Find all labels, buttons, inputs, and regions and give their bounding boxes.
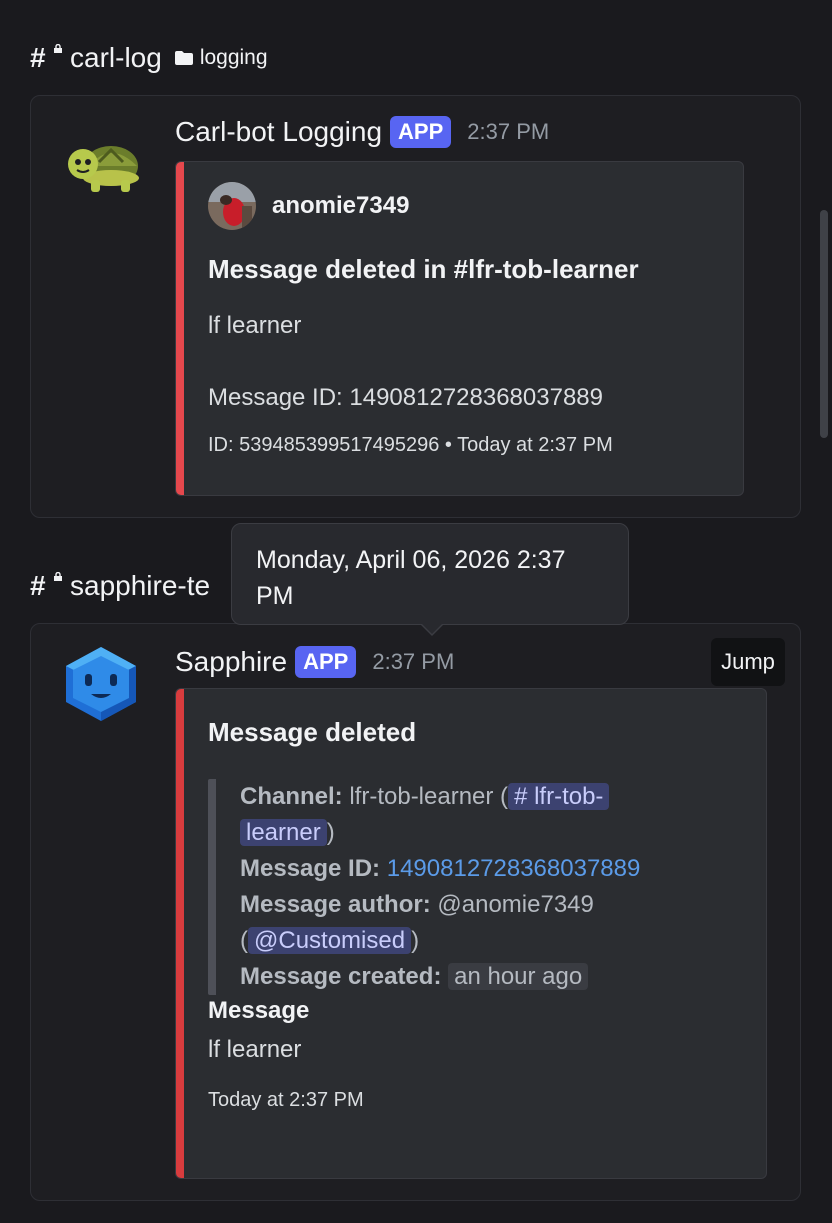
- embed: Message deleted Channel: lfr-tob-learner…: [175, 688, 767, 1179]
- message-field-label: Message: [208, 997, 310, 1024]
- author-name[interactable]: Carl-bot Logging: [175, 116, 382, 148]
- author-value: @anomie7349: [437, 891, 594, 918]
- embed-content: lf learner: [208, 312, 302, 339]
- embed-color-bar: [176, 689, 184, 1178]
- message-id-label: Message ID:: [240, 855, 381, 882]
- locked-channel-icon: #: [30, 42, 62, 74]
- message-id-link[interactable]: 1490812728368037889: [387, 855, 641, 882]
- tooltip-arrow: [420, 623, 444, 636]
- user-avatar[interactable]: [208, 182, 256, 230]
- channel-category: logging: [199, 46, 268, 69]
- channel-name: sapphire-te: [70, 570, 211, 601]
- sapphire-gem-avatar-icon[interactable]: [61, 644, 141, 724]
- channel-label: Channel:: [240, 783, 343, 810]
- message-card-sapphire: Sapphire APP 2:37 PM Message deleted Cha…: [30, 623, 801, 1201]
- folder-icon: [174, 51, 193, 65]
- role-mention[interactable]: @Customised: [248, 927, 412, 954]
- author-row: Message author: @anomie7349 (@Customised…: [240, 887, 710, 959]
- message-timestamp[interactable]: 2:37 PM: [467, 119, 549, 145]
- message-timestamp[interactable]: 2:37 PM: [372, 649, 454, 675]
- author-name[interactable]: Sapphire: [175, 646, 287, 678]
- channel-name: carl-log: [70, 42, 162, 73]
- open-paren: (: [240, 927, 248, 954]
- channel-header-carl-log[interactable]: # carl-log logging: [30, 42, 268, 74]
- message-header: Sapphire APP 2:37 PM: [175, 646, 454, 678]
- timestamp-tooltip: Monday, April 06, 2026 2:37 PM: [231, 523, 629, 636]
- created-timestamp[interactable]: an hour ago: [448, 963, 589, 990]
- jump-button[interactable]: Jump: [711, 638, 785, 686]
- locked-channel-icon: #: [30, 570, 62, 602]
- embed-message-id: Message ID: 1490812728368037889: [208, 384, 603, 411]
- channel-row: Channel: lfr-tob-learner (# lfr-tob- lea…: [240, 779, 710, 851]
- message-id-row: Message ID: 1490812728368037889: [240, 851, 710, 887]
- message-card-carl: Carl-bot Logging APP 2:37 PM anomie7349 …: [30, 95, 801, 518]
- scrollbar[interactable]: [820, 210, 828, 438]
- turtle-avatar-icon[interactable]: [61, 122, 141, 202]
- embed: anomie7349 Message deleted in #lfr-tob-l…: [175, 161, 744, 496]
- embed-title: Message deleted: [208, 717, 417, 747]
- embed-author-name[interactable]: anomie7349: [272, 192, 409, 220]
- close-paren: ): [411, 927, 420, 954]
- created-label: Message created:: [240, 963, 442, 990]
- created-row: Message created: an hour ago: [240, 959, 710, 995]
- channel-mention-cont[interactable]: learner: [240, 819, 327, 846]
- app-badge: APP: [295, 646, 357, 678]
- channel-value: lfr-tob-learner (: [349, 783, 509, 810]
- tooltip-line-1: Monday, April 06, 2026 2:37: [256, 546, 566, 574]
- author-label: Message author:: [240, 891, 431, 918]
- message-field-value: lf learner: [208, 1036, 302, 1063]
- channel-mention[interactable]: # lfr-tob-: [508, 783, 610, 810]
- embed-footer: Today at 2:37 PM: [208, 1089, 364, 1111]
- embed-color-bar: [176, 162, 184, 495]
- embed-footer: ID: 539485399517495296 • Today at 2:37 P…: [208, 434, 613, 456]
- embed-author: anomie7349: [208, 182, 409, 230]
- message-header: Carl-bot Logging APP 2:37 PM: [175, 116, 549, 148]
- embed-title: Message deleted in #lfr-tob-learner: [208, 254, 639, 284]
- channel-header-sapphire[interactable]: # sapphire-te: [30, 570, 210, 602]
- embed-blockquote: Channel: lfr-tob-learner (# lfr-tob- lea…: [208, 779, 710, 995]
- tooltip-line-2: PM: [256, 582, 294, 610]
- app-badge: APP: [390, 116, 452, 148]
- close-paren: ): [326, 819, 335, 846]
